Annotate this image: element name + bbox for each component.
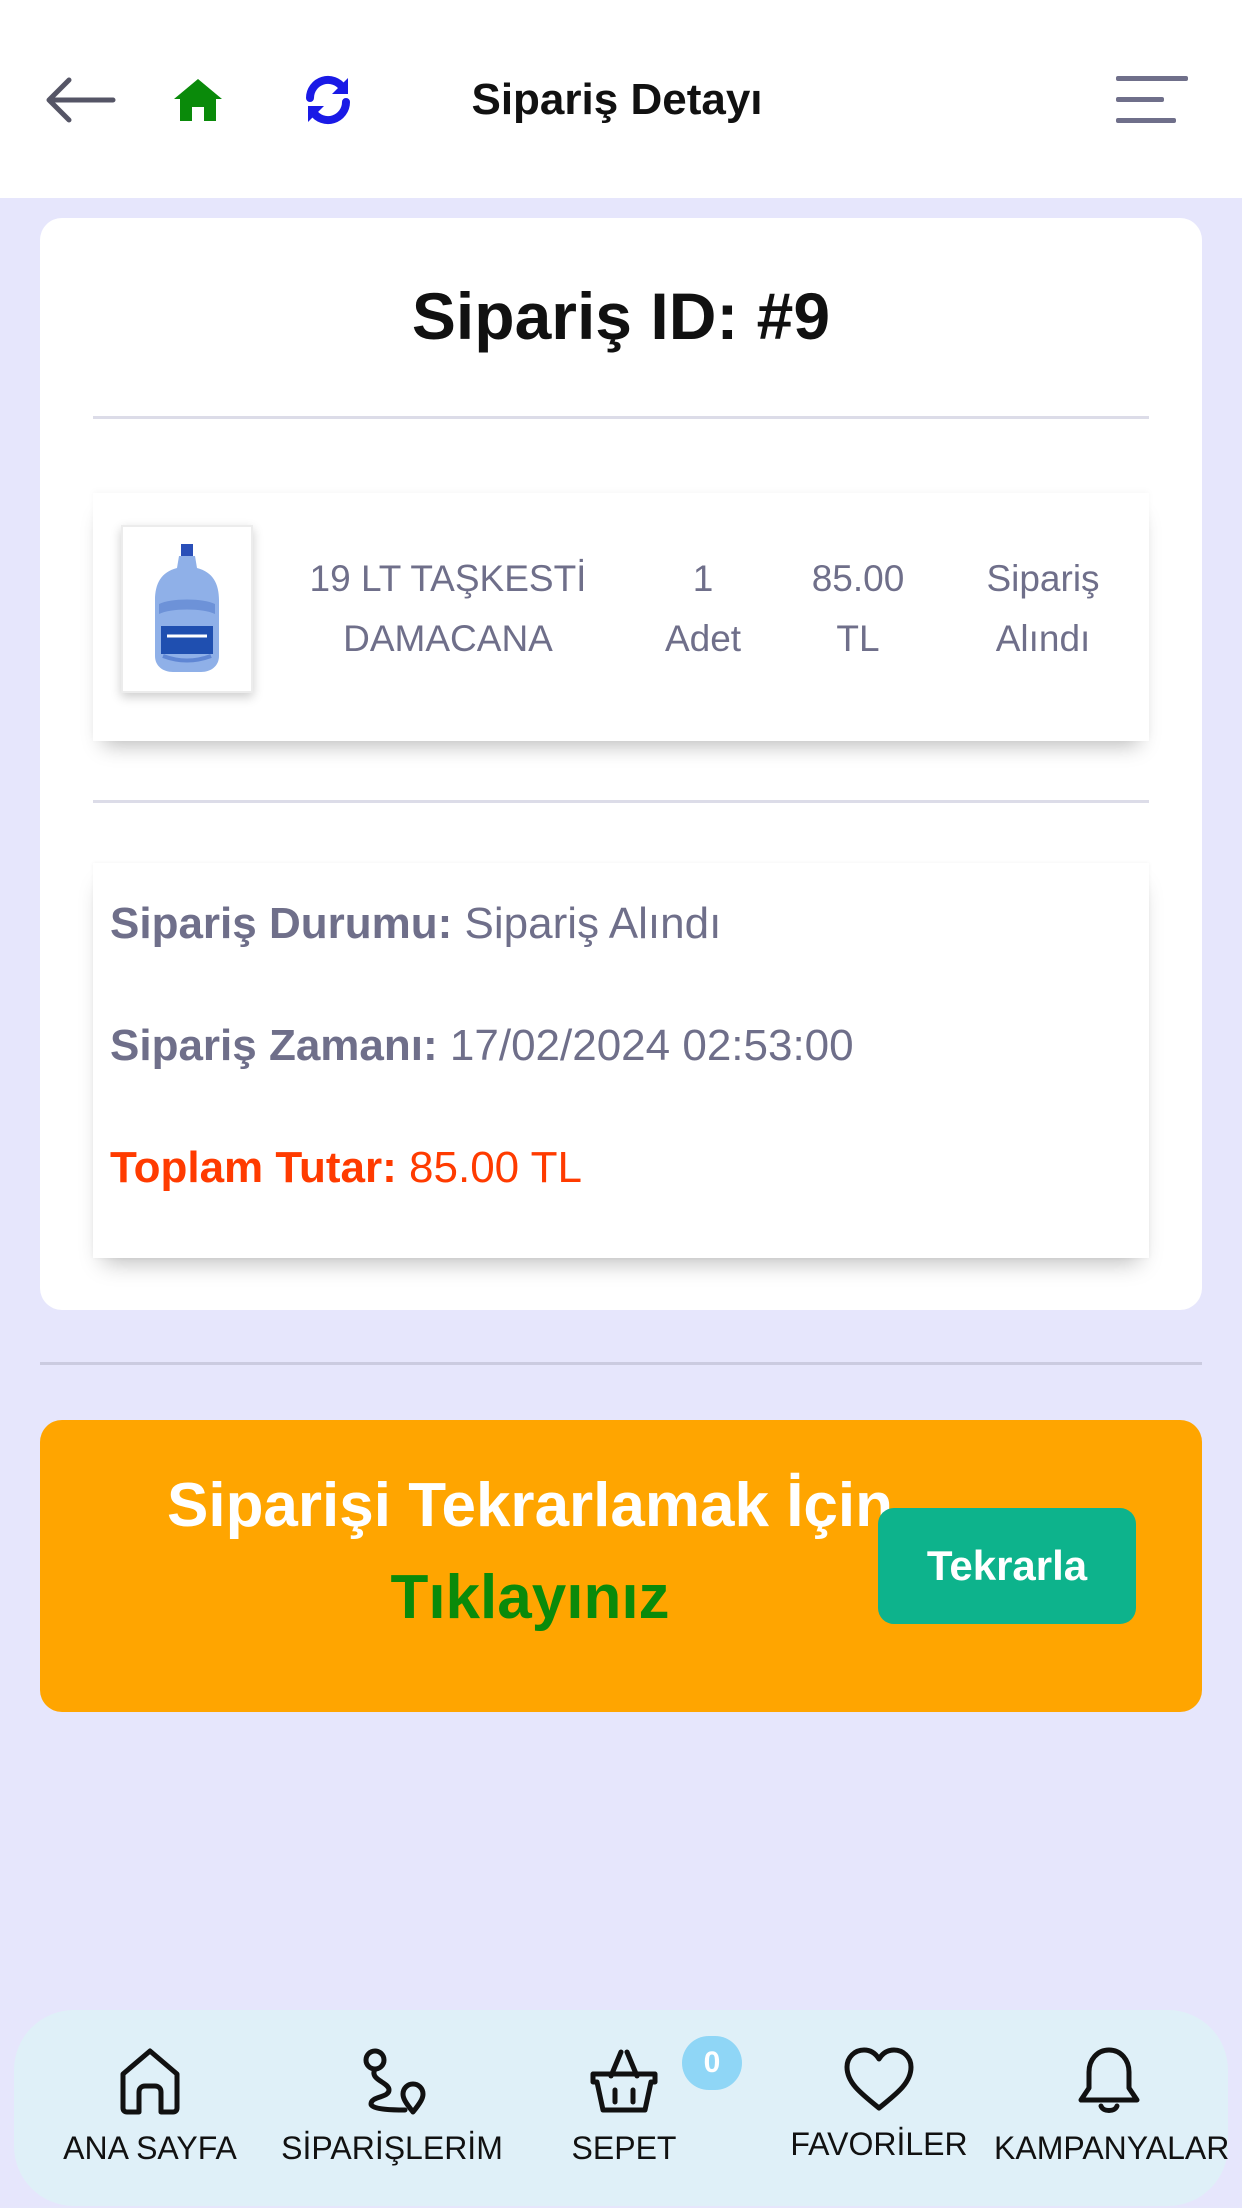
- top-bar: Sipariş Detayı: [0, 0, 1242, 198]
- price-currency: TL: [836, 618, 880, 659]
- route-icon: [363, 2048, 426, 2115]
- product-quantity: 1 Adet: [658, 549, 748, 669]
- order-id: Sipariş ID: #9: [411, 279, 831, 353]
- order-status-line: Sipariş Durumu: Sipariş Alındı: [110, 899, 721, 949]
- nav-label-favorites: FAVORİLER: [790, 2126, 968, 2162]
- nav-item-orders[interactable]: SİPARİŞLERİM: [272, 2046, 512, 2186]
- nav-label-cart: SEPET: [571, 2130, 677, 2166]
- refresh-icon: [305, 75, 351, 125]
- home-icon: [174, 79, 222, 121]
- order-card: Sipariş ID: #9 19 LT TAŞKESTİ DAMACANA 1…: [40, 218, 1202, 1310]
- menu-icon: [1116, 76, 1188, 123]
- order-total-label: Toplam Tutar:: [110, 1143, 397, 1192]
- quantity-number: 1: [692, 558, 714, 599]
- refresh-button[interactable]: [298, 70, 358, 130]
- product-price: 85.00 TL: [793, 549, 923, 669]
- status-line-2: Alındı: [995, 618, 1091, 659]
- order-status-label: Sipariş Durumu:: [110, 899, 453, 948]
- divider: [40, 1362, 1202, 1365]
- page-title: Sipariş Detayı: [471, 75, 763, 124]
- order-total-line: Toplam Tutar: 85.00 TL: [110, 1143, 582, 1193]
- nav-item-home[interactable]: ANA SAYFA: [24, 2046, 276, 2186]
- nav-label-campaigns: KAMPANYALAR: [994, 2130, 1230, 2166]
- nav-label-orders: SİPARİŞLERİM: [281, 2130, 503, 2166]
- nav-label-home: ANA SAYFA: [63, 2130, 237, 2166]
- heart-icon: [844, 2047, 914, 2111]
- home-button[interactable]: [168, 72, 228, 128]
- order-item-row[interactable]: 19 LT TAŞKESTİ DAMACANA 1 Adet 85.00 TL …: [93, 493, 1149, 741]
- price-value: 85.00: [811, 558, 905, 599]
- repeat-text-line-2: Tıklayınız: [390, 1563, 670, 1632]
- order-time-label: Sipariş Zamanı:: [110, 1021, 438, 1070]
- product-image: [121, 525, 253, 693]
- quantity-unit: Adet: [664, 618, 742, 659]
- repeat-order-button[interactable]: Tekrarla: [878, 1508, 1136, 1624]
- home-outline-icon: [120, 2048, 180, 2115]
- order-info-box: Sipariş Durumu: Sipariş Alındı Sipariş Z…: [93, 863, 1149, 1258]
- nav-item-campaigns[interactable]: KAMPANYALAR: [994, 2046, 1230, 2186]
- cart-count-badge: 0: [682, 2036, 742, 2090]
- product-status: Sipariş Alındı: [953, 549, 1133, 669]
- product-name: 19 LT TAŞKESTİ DAMACANA: [309, 558, 587, 659]
- divider: [93, 416, 1149, 419]
- arrow-left-icon: [46, 77, 116, 123]
- order-time-line: Sipariş Zamanı: 17/02/2024 02:53:00: [110, 1021, 854, 1071]
- order-status-value: Sipariş Alındı: [464, 899, 722, 948]
- order-time-value: 17/02/2024 02:53:00: [449, 1021, 854, 1070]
- repeat-order-banner: Siparişi Tekrarlamak İçin Tıklayınız Tek…: [40, 1420, 1202, 1712]
- order-total-value: 85.00 TL: [409, 1143, 582, 1192]
- bell-icon: [1078, 2047, 1140, 2113]
- repeat-text-line-1: Siparişi Tekrarlamak İçin: [166, 1471, 894, 1540]
- back-button[interactable]: [40, 70, 120, 130]
- menu-button[interactable]: [1112, 70, 1192, 130]
- bottom-nav: ANA SAYFA SİPARİŞLERİM SEPET 0 FAVORİLER…: [14, 2010, 1230, 2206]
- status-line-1: Sipariş: [986, 558, 1100, 599]
- divider: [93, 800, 1149, 803]
- basket-icon: [590, 2049, 658, 2113]
- nav-item-favorites[interactable]: FAVORİLER: [764, 2046, 994, 2186]
- repeat-order-text: Siparişi Tekrarlamak İçin Tıklayınız: [80, 1460, 980, 1644]
- water-bottle-icon: [155, 544, 219, 672]
